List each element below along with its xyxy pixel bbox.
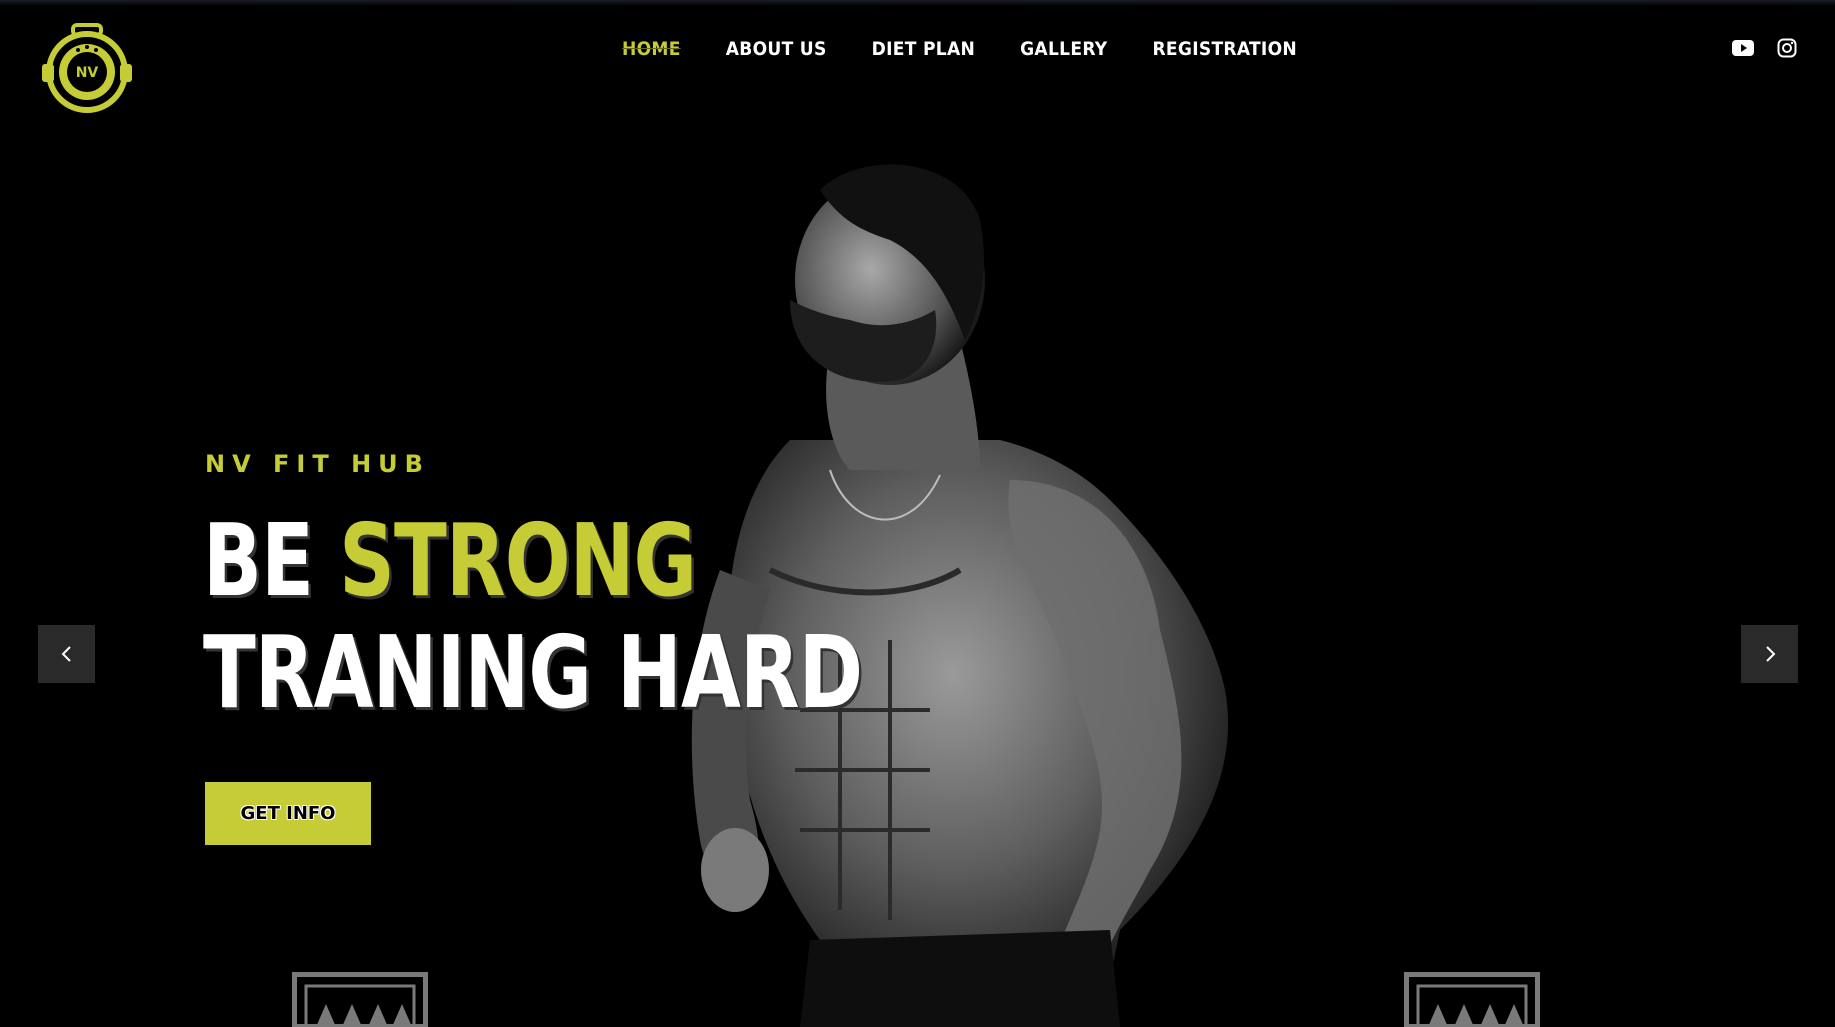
main-nav: HOME ABOUT US DIET PLAN GALLERY REGISTRA… [622, 34, 1342, 64]
instagram-icon[interactable] [1775, 36, 1799, 60]
page: NV HOME ABOUT US DIET PLAN GALLERY REGIS… [0, 0, 1835, 1027]
social-links [1731, 36, 1799, 60]
carousel-prev-button[interactable] [38, 625, 95, 683]
chevron-right-icon [1765, 646, 1775, 662]
decorative-emblem [292, 972, 428, 1027]
nav-gallery[interactable]: GALLERY [1020, 34, 1107, 64]
chevron-left-icon [61, 646, 71, 662]
get-info-button[interactable]: GET INFO [205, 782, 371, 845]
headline-word-be: BE [203, 502, 314, 619]
nav-about-us[interactable]: ABOUT US [726, 34, 827, 64]
decorative-emblem [1404, 972, 1540, 1027]
youtube-icon[interactable] [1731, 36, 1755, 60]
hero-headline: BE STRONG TRANING HARD [203, 502, 863, 731]
nav-diet-plan[interactable]: DIET PLAN [872, 34, 976, 64]
hero-subtitle: NV FIT HUB [205, 450, 430, 478]
nav-home[interactable]: HOME [622, 34, 681, 64]
logo[interactable]: NV [38, 22, 136, 114]
headline-line-2: TRANING HARD [203, 614, 863, 731]
logo-text: NV [76, 65, 99, 81]
top-strip [0, 0, 1835, 6]
nav-registration[interactable]: REGISTRATION [1152, 34, 1297, 64]
headline-word-strong: STRONG [339, 502, 697, 619]
carousel-next-button[interactable] [1741, 625, 1798, 683]
